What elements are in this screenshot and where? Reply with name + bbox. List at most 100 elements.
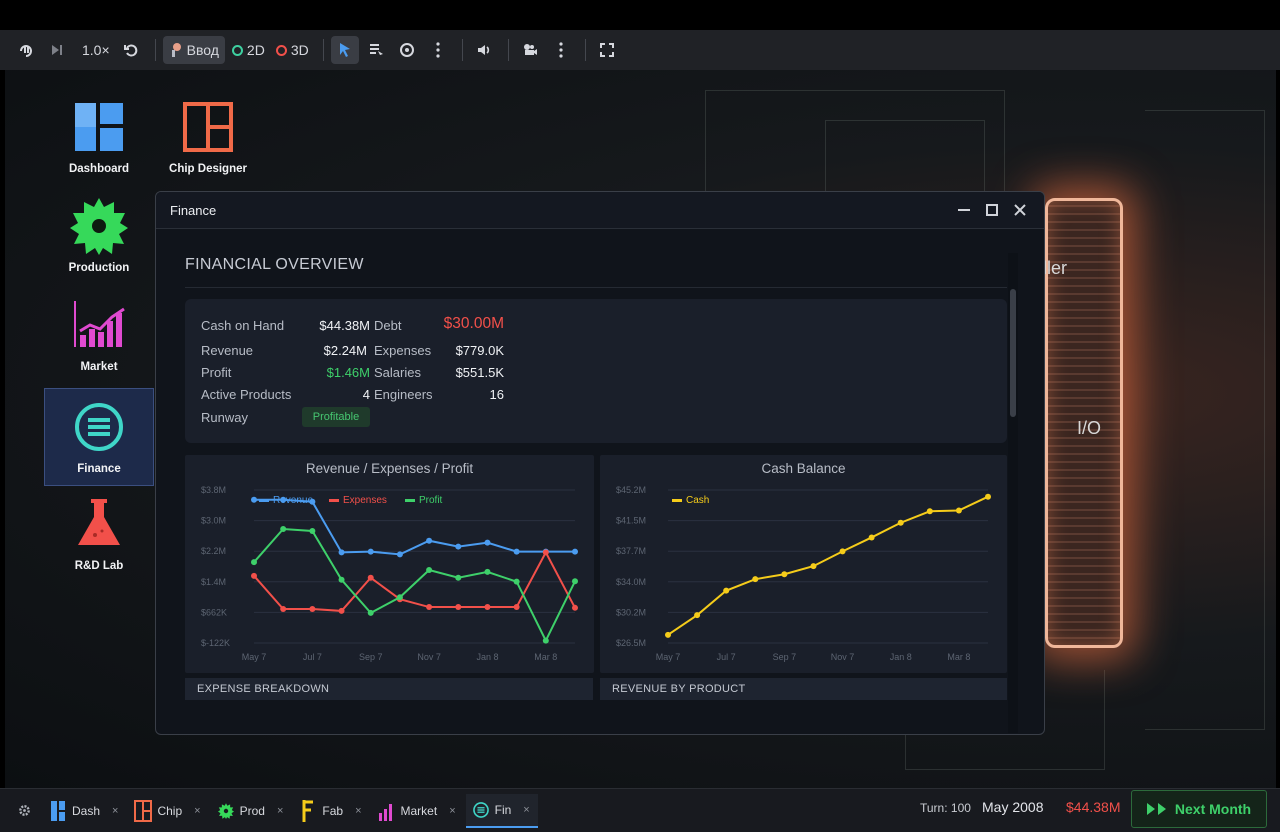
circuit-trace (1145, 110, 1265, 730)
tab-close-icon[interactable]: × (355, 805, 361, 817)
next-month-button[interactable]: Next Month (1131, 790, 1267, 828)
tab-label: Fab (322, 803, 344, 818)
pause-icon[interactable] (12, 36, 40, 64)
desktop-icon-dashboard[interactable]: Dashboard (44, 87, 154, 185)
desktop-icon-label: Chip Designer (169, 163, 247, 175)
data-point (455, 604, 462, 611)
data-point (513, 604, 520, 611)
data-point (455, 543, 462, 550)
tab-fin[interactable]: Fin × (465, 793, 538, 828)
cash-indicator: $44.38M (1066, 799, 1121, 815)
taskbar: Dash × Chip × Prod × Fab × Market × Fin … (0, 788, 1280, 832)
tab-fab[interactable]: Fab × (293, 794, 369, 828)
close-icon (1014, 204, 1026, 216)
data-point (455, 574, 462, 581)
profit-value: $1.46M (326, 365, 370, 380)
y-tick-label: $3.0M (201, 516, 226, 526)
y-tick-label: $45.2M (616, 485, 646, 495)
more-options-button-2[interactable] (547, 36, 575, 64)
input-button[interactable]: Ввод (162, 36, 225, 64)
legend-label: Revenue (273, 495, 313, 506)
desktop-icon-rd-lab[interactable]: R&D Lab (44, 484, 154, 582)
reload-icon[interactable] (117, 36, 145, 64)
close-button[interactable] (1010, 200, 1030, 220)
data-point (338, 549, 345, 556)
expenses-label: Expenses (374, 343, 432, 358)
y-tick-label: $41.5M (616, 516, 646, 526)
runway-label: Runway (201, 410, 248, 425)
inspect-button[interactable] (362, 36, 390, 64)
next-month-label: Next Month (1174, 801, 1252, 817)
minimize-icon (958, 209, 970, 211)
gear-icon (69, 196, 129, 256)
chip-designer-icon (178, 97, 238, 157)
dashboard-icon (49, 800, 67, 822)
input-label: Ввод (186, 42, 219, 58)
tab-close-icon[interactable]: × (523, 804, 529, 816)
desktop-icon-finance[interactable]: Finance (44, 388, 154, 486)
camera-button[interactable] (516, 36, 544, 64)
data-point (542, 637, 549, 644)
y-tick-label: $37.7M (616, 546, 646, 556)
data-point (280, 605, 287, 612)
expense-breakdown-header[interactable]: EXPENSE BREAKDOWN (185, 678, 593, 700)
tab-close-icon[interactable]: × (112, 805, 118, 817)
data-point (338, 576, 345, 583)
mode-2d-button[interactable]: 2D (228, 36, 269, 64)
minimize-button[interactable] (954, 200, 974, 220)
tab-close-icon[interactable]: × (277, 805, 283, 817)
maximize-button[interactable] (982, 200, 1002, 220)
data-point (426, 566, 433, 573)
vertical-dots-icon (436, 42, 440, 58)
tab-close-icon[interactable]: × (194, 805, 200, 817)
speed-button[interactable]: 1.0× (74, 36, 114, 64)
view-button[interactable] (393, 36, 421, 64)
cash-balance-chart: Cash Balance $45.2M $41.5M $37.7M $34.0M $30… (600, 455, 1007, 673)
more-options-button[interactable] (424, 36, 452, 64)
data-point (572, 604, 578, 611)
camera-icon (523, 44, 537, 55)
tab-market[interactable]: Market × (372, 794, 464, 828)
y-tick-label: $-122K (201, 638, 230, 648)
toolbar-divider (154, 39, 156, 61)
tab-prod[interactable]: Prod × (211, 794, 292, 828)
volume-button[interactable] (470, 36, 498, 64)
fullscreen-button[interactable] (593, 36, 621, 64)
desktop-icon-production[interactable]: Production (44, 186, 154, 284)
gear-icon (19, 805, 30, 816)
step-forward-icon[interactable] (43, 36, 71, 64)
salaries-value: $551.5K (455, 365, 504, 380)
chip-label-ller: ller (1043, 258, 1068, 278)
window-titlebar[interactable]: Finance (156, 192, 1044, 229)
finance-icon (472, 799, 490, 821)
flask-icon (69, 494, 129, 554)
tab-dash[interactable]: Dash × (43, 794, 126, 828)
tab-chip[interactable]: Chip × (128, 794, 208, 828)
y-tick-label: $662K (201, 607, 227, 617)
revenue-by-product-header[interactable]: REVENUE BY PRODUCT (600, 678, 1007, 700)
cash-label: Cash on Hand (201, 318, 285, 333)
data-point (484, 568, 491, 575)
series-line-profit (253, 527, 576, 643)
cash-value: $44.38M (319, 318, 370, 333)
mode-3d-button[interactable]: 3D (272, 36, 313, 64)
gear-icon (217, 800, 235, 822)
desktop-icon-chip-designer[interactable]: Chip Designer (153, 87, 263, 185)
tab-close-icon[interactable]: × (449, 805, 455, 817)
x-tick-label: Jan 8 (890, 652, 912, 662)
toolbar-divider (584, 39, 586, 61)
settings-button[interactable] (0, 794, 41, 828)
fab-icon (299, 799, 317, 822)
desktop-icon-market[interactable]: Market (44, 285, 154, 383)
chart-canvas: $3.8M $3.0M $2.2M $1.4M $662K $-122K May 7 Jul … (201, 485, 578, 662)
data-point (723, 587, 730, 594)
cursor-tool-button[interactable] (330, 36, 359, 64)
bar-chart-icon (378, 800, 396, 822)
scrollbar-thumb[interactable] (1010, 289, 1016, 417)
fullscreen-icon (599, 43, 614, 57)
data-point (426, 604, 433, 611)
maximize-icon (986, 204, 998, 216)
x-tick-label: Sep 7 (773, 652, 797, 662)
revenue-label: Revenue (201, 343, 254, 358)
data-point (542, 549, 549, 556)
